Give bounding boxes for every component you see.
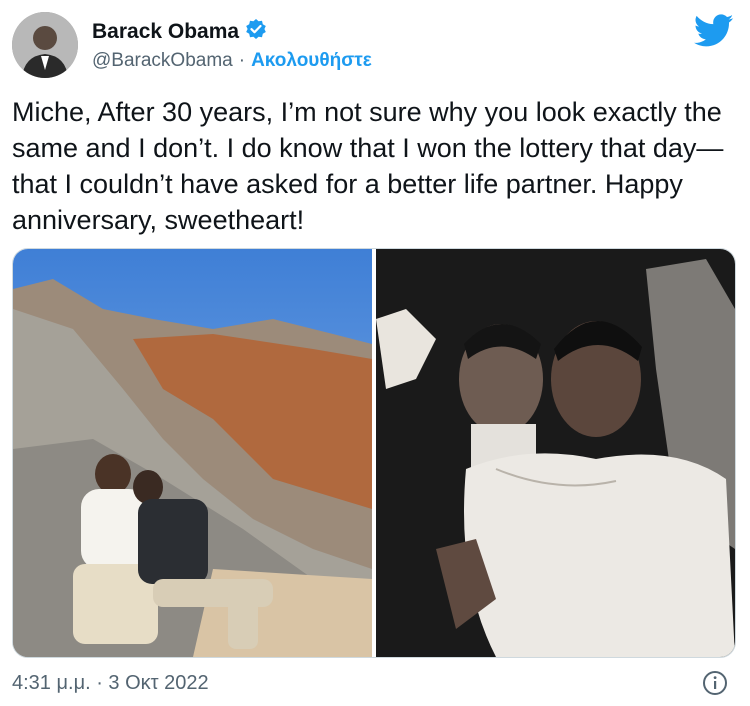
photo-wedding[interactable] bbox=[376, 249, 735, 657]
tweet-card: Barack Obama @BarackObama · Ακολουθήστε … bbox=[0, 0, 750, 706]
twitter-bird-icon[interactable] bbox=[693, 14, 734, 48]
tweet-timestamp[interactable]: 4:31 μ.μ. · 3 Οκτ 2022 bbox=[12, 672, 209, 695]
info-icon[interactable] bbox=[702, 670, 728, 696]
name-row: Barack Obama bbox=[92, 18, 267, 45]
display-name[interactable]: Barack Obama bbox=[92, 20, 239, 44]
handle[interactable]: @BarackObama bbox=[92, 50, 233, 72]
handle-row: @BarackObama · Ακολουθήστε bbox=[92, 50, 372, 72]
avatar[interactable] bbox=[12, 12, 78, 78]
separator: · bbox=[238, 50, 246, 71]
verified-badge-icon bbox=[245, 18, 267, 45]
photo-beach-couple[interactable] bbox=[13, 249, 372, 657]
follow-button[interactable]: Ακολουθήστε bbox=[251, 50, 372, 72]
tweet-media bbox=[12, 248, 736, 658]
tweet-text: Miche, After 30 years, I’m not sure why … bbox=[12, 97, 724, 235]
tweet-header: Barack Obama @BarackObama · Ακολουθήστε bbox=[12, 12, 738, 80]
